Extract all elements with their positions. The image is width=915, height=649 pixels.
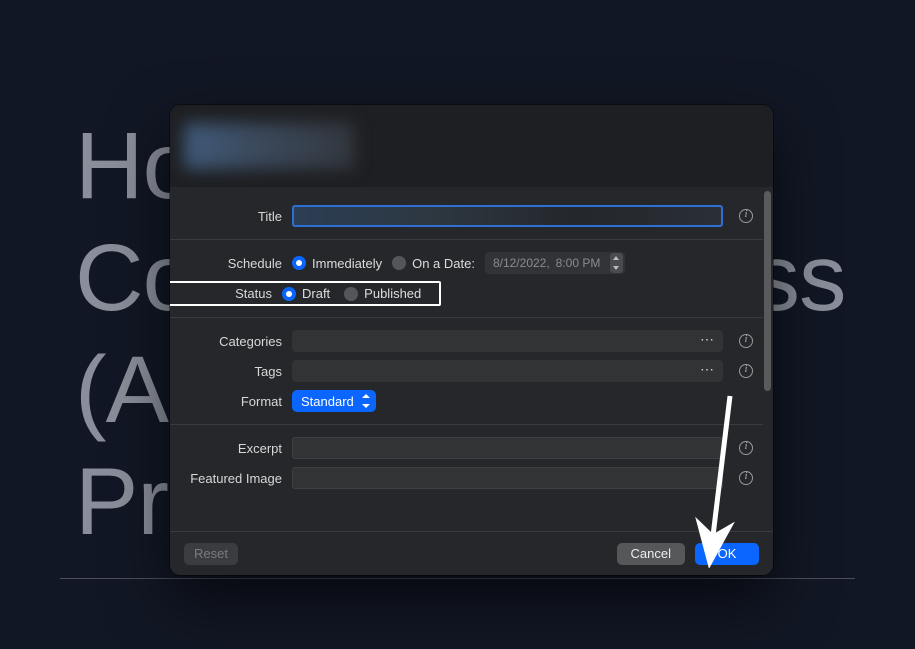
info-icon[interactable] xyxy=(739,364,753,378)
post-settings-dialog: Title Schedule Immediately xyxy=(170,105,773,575)
dialog-header xyxy=(170,105,773,187)
title-input[interactable] xyxy=(292,205,723,227)
info-icon[interactable] xyxy=(739,209,753,223)
featured-image-input[interactable] xyxy=(292,467,723,489)
dialog-footer: Reset Cancel OK xyxy=(170,531,773,575)
categories-label: Categories xyxy=(170,334,292,349)
format-select[interactable]: Standard xyxy=(292,390,376,412)
schedule-on-date-radio[interactable]: On a Date: xyxy=(392,256,475,271)
schedule-date-field[interactable]: 8/12/2022, 8:00 PM xyxy=(485,252,625,274)
ok-button[interactable]: OK xyxy=(695,543,759,565)
categories-input[interactable] xyxy=(292,330,723,352)
tags-label: Tags xyxy=(170,364,292,379)
header-title-redacted xyxy=(184,123,354,169)
excerpt-input[interactable] xyxy=(292,437,723,459)
radio-label: Draft xyxy=(302,286,330,301)
title-label: Title xyxy=(170,209,292,224)
status-highlight: Status Draft Published xyxy=(170,281,441,306)
status-draft-radio[interactable]: Draft xyxy=(282,286,330,301)
status-label: Status xyxy=(170,286,282,301)
info-icon[interactable] xyxy=(739,334,753,348)
format-label: Format xyxy=(170,394,292,409)
time-value: 8:00 PM xyxy=(556,256,601,270)
schedule-label: Schedule xyxy=(170,256,292,271)
dialog-body: Title Schedule Immediately xyxy=(170,187,773,531)
chevron-up-down-icon xyxy=(360,392,372,410)
excerpt-label: Excerpt xyxy=(170,441,292,456)
featured-image-label: Featured Image xyxy=(170,471,292,486)
schedule-immediately-radio[interactable]: Immediately xyxy=(292,256,382,271)
tags-input[interactable] xyxy=(292,360,723,382)
radio-label: Immediately xyxy=(312,256,382,271)
status-published-radio[interactable]: Published xyxy=(344,286,421,301)
radio-label: Published xyxy=(364,286,421,301)
date-value: 8/12/2022, xyxy=(493,256,550,270)
radio-label: On a Date: xyxy=(412,256,475,271)
background-divider xyxy=(60,578,855,579)
select-value: Standard xyxy=(301,394,354,409)
stepper-icon[interactable] xyxy=(610,253,623,273)
cancel-button[interactable]: Cancel xyxy=(617,543,685,565)
reset-button[interactable]: Reset xyxy=(184,543,238,565)
scrollbar[interactable] xyxy=(764,191,771,391)
info-icon[interactable] xyxy=(739,471,753,485)
info-icon[interactable] xyxy=(739,441,753,455)
